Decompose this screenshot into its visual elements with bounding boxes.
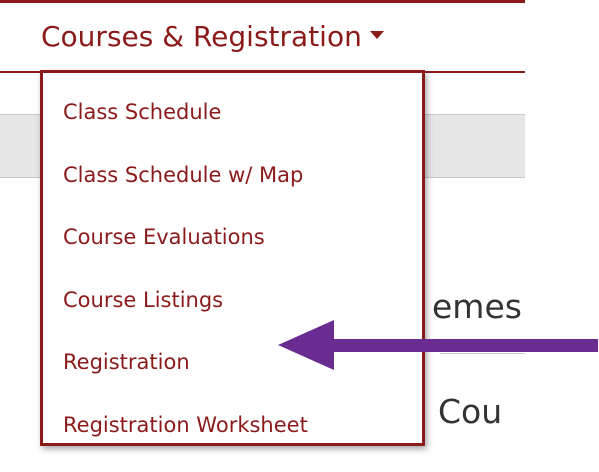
courses-registration-dropdown: Class Schedule Class Schedule w/ Map Cou… [40,70,425,446]
menu-item-class-schedule[interactable]: Class Schedule [43,93,422,156]
menu-item-course-evaluations[interactable]: Course Evaluations [43,218,422,281]
nav-bar: Courses & Registration [0,3,525,73]
pointer-arrow-head [278,320,334,370]
menu-item-registration-worksheet[interactable]: Registration Worksheet [43,406,422,469]
background-partial-text: Cou [438,392,503,431]
courses-registration-menu[interactable]: Courses & Registration [41,20,384,53]
pointer-arrow-shaft [326,339,598,352]
caret-down-icon [369,31,384,39]
pointer-arrow-icon [278,320,598,370]
courses-registration-menu-label: Courses & Registration [41,20,362,53]
menu-item-class-schedule-map[interactable]: Class Schedule w/ Map [43,156,422,219]
